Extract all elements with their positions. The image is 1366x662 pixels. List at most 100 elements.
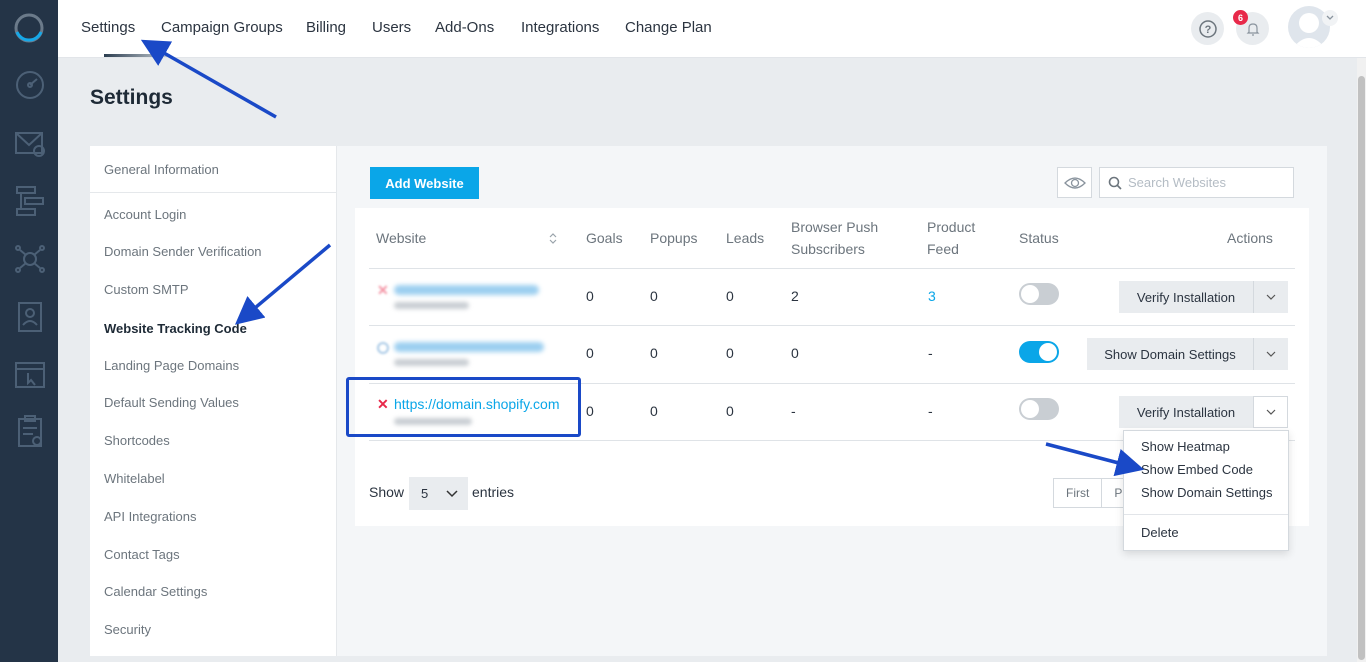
annotation-highlight-box [346,377,581,437]
chevron-down-icon [1266,294,1276,300]
tab-campaign-groups[interactable]: Campaign Groups [161,19,283,36]
svg-text:?: ? [1204,24,1211,36]
menu-domain-sender-verification[interactable]: Domain Sender Verification [104,244,262,259]
tab-settings[interactable]: Settings [81,19,135,36]
entries-per-page-select[interactable]: 5 [409,477,468,510]
menu-landing-page-domains[interactable]: Landing Page Domains [104,358,239,373]
help-icon: ? [1198,19,1217,38]
search-input[interactable] [1128,175,1288,190]
active-tab-indicator [104,54,170,57]
bell-icon [1246,22,1259,36]
dashboard-icon[interactable] [13,68,47,102]
status-toggle[interactable] [1019,283,1059,305]
account-menu-toggle[interactable] [1322,10,1338,26]
not-verified-icon: ✕ [377,282,389,298]
chevron-down-icon [1326,15,1334,20]
settings-side-menu: General Information Account Login Domain… [90,146,337,656]
menu-shortcodes[interactable]: Shortcodes [104,433,170,448]
page-title: Settings [90,86,173,109]
integrations-network-icon[interactable] [13,242,47,276]
app-logo-icon[interactable] [13,12,45,44]
menu-divider [1124,514,1288,515]
show-domain-settings-button[interactable]: Show Domain Settings [1087,338,1253,370]
pager-first[interactable]: First [1054,479,1103,507]
menu-general-information[interactable]: General Information [104,162,219,177]
col-header-website[interactable]: Website [376,227,426,249]
menu-show-embed-code[interactable]: Show Embed Code [1141,462,1253,477]
website-link-redacted[interactable] [394,285,539,295]
menu-divider [90,192,336,193]
menu-api-integrations[interactable]: API Integrations [104,509,197,524]
automation-flow-icon[interactable] [13,184,47,218]
search-icon [1108,176,1122,190]
actions-dropdown-toggle[interactable] [1253,396,1288,428]
cell-product-feed-link[interactable]: 3 [928,288,936,304]
cell-leads: 0 [726,345,734,361]
col-header-push-line2: Subscribers [791,241,865,257]
verify-installation-button[interactable]: Verify Installation [1119,281,1253,313]
tab-change-plan[interactable]: Change Plan [625,19,712,36]
row-divider [369,268,1295,269]
cell-goals: 0 [586,403,594,419]
cell-goals: 0 [586,345,594,361]
menu-calendar-settings[interactable]: Calendar Settings [104,584,207,599]
actions-dropdown-menu: Show Heatmap Show Embed Code Show Domain… [1123,430,1289,551]
menu-website-tracking-code[interactable]: Website Tracking Code [104,321,247,336]
tab-integrations[interactable]: Integrations [521,19,599,36]
menu-show-domain-settings[interactable]: Show Domain Settings [1141,485,1273,500]
tab-add-ons[interactable]: Add-Ons [435,19,494,36]
clipboard-check-icon[interactable] [13,414,47,448]
status-toggle[interactable] [1019,341,1059,363]
contacts-icon[interactable] [13,300,47,334]
email-icon[interactable] [13,126,47,160]
cell-goals: 0 [586,288,594,304]
chevron-down-icon [1266,351,1276,357]
status-toggle[interactable] [1019,398,1059,420]
website-id-redacted [394,302,469,309]
col-header-goals: Goals [586,230,623,246]
cell-leads: 0 [726,288,734,304]
verified-globe-icon [377,342,389,354]
cell-push-subscribers: - [791,403,796,419]
add-website-button[interactable]: Add Website [370,167,479,199]
notification-count-badge: 6 [1233,10,1248,25]
menu-delete[interactable]: Delete [1141,525,1179,540]
menu-show-heatmap[interactable]: Show Heatmap [1141,439,1230,454]
menu-default-sending-values[interactable]: Default Sending Values [104,395,239,410]
menu-custom-smtp[interactable]: Custom SMTP [104,282,189,297]
menu-contact-tags[interactable]: Contact Tags [104,547,180,562]
actions-dropdown-toggle[interactable] [1253,281,1288,313]
landing-page-icon[interactable] [13,358,47,392]
search-websites-field [1099,167,1294,198]
website-id-redacted [394,359,469,366]
tab-users[interactable]: Users [372,19,411,36]
show-label: Show [369,484,405,500]
col-header-push-line1: Browser Push [791,219,879,235]
cell-popups: 0 [650,288,658,304]
menu-whitelabel[interactable]: Whitelabel [104,471,165,486]
cell-push-subscribers: 2 [791,288,799,304]
cell-popups: 0 [650,403,658,419]
col-header-feed-line1: Product [927,219,976,235]
website-link-redacted[interactable] [394,342,544,352]
entries-value: 5 [421,486,429,501]
menu-security[interactable]: Security [104,622,151,637]
tab-billing[interactable]: Billing [306,19,346,36]
entries-label: entries [472,484,515,500]
eye-icon [1063,176,1086,189]
column-visibility-button[interactable] [1057,167,1092,198]
col-header-leads: Leads [726,230,765,246]
col-header-feed-line2: Feed [927,241,959,257]
actions-dropdown-toggle[interactable] [1253,338,1288,370]
cell-popups: 0 [650,345,658,361]
page-scrollbar[interactable] [1357,58,1366,662]
menu-account-login[interactable]: Account Login [104,207,186,222]
verify-installation-button[interactable]: Verify Installation [1119,396,1253,428]
col-header-popups: Popups [650,230,698,246]
sort-icon[interactable] [548,232,558,245]
col-header-status: Status [1019,230,1059,246]
help-button[interactable]: ? [1191,12,1224,45]
cell-product-feed: - [928,403,933,419]
cell-push-subscribers: 0 [791,345,799,361]
chevron-down-icon [446,489,458,497]
